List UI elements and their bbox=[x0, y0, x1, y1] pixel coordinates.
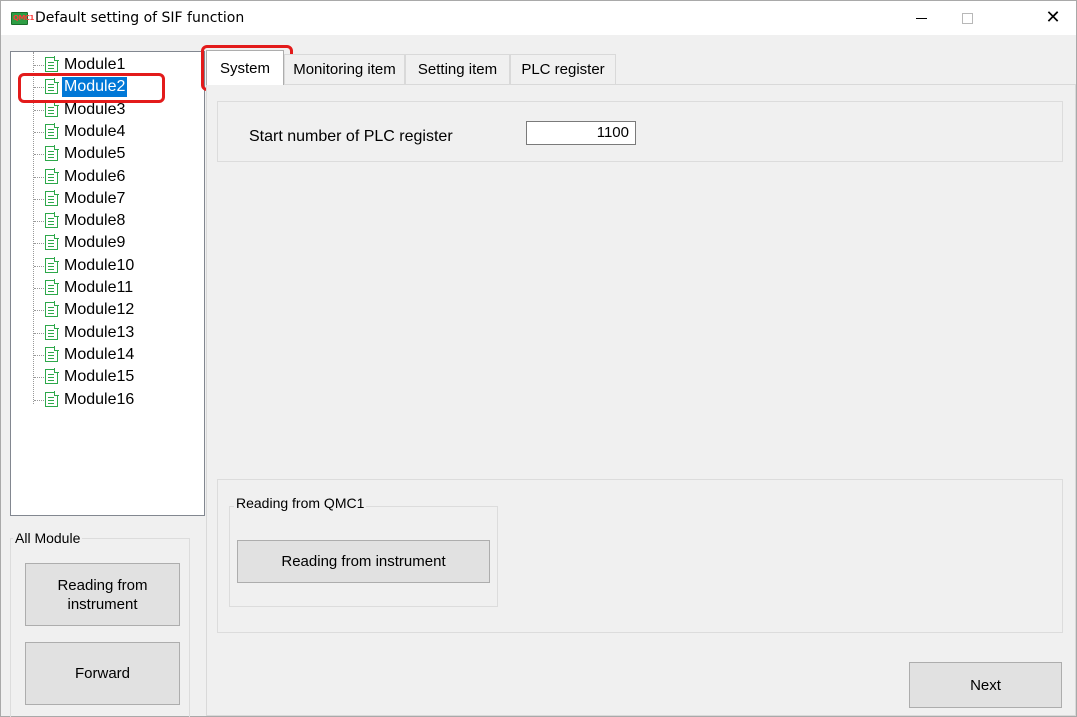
tree-item-label: Module13 bbox=[64, 323, 135, 341]
close-button[interactable]: ✕ bbox=[1030, 1, 1076, 35]
tree-item-label: Module9 bbox=[64, 234, 126, 252]
tree-item-module12[interactable]: Module12 bbox=[11, 299, 201, 321]
start-register-input[interactable]: 1100 bbox=[526, 121, 636, 145]
tree-item-module7[interactable]: Module7 bbox=[11, 188, 201, 210]
tree-item-label: Module12 bbox=[64, 301, 135, 319]
tree-item-module13[interactable]: Module13 bbox=[11, 322, 201, 344]
document-icon bbox=[45, 167, 59, 184]
tree-item-label: Module6 bbox=[64, 167, 126, 185]
document-icon bbox=[45, 122, 59, 139]
document-icon bbox=[45, 212, 59, 229]
tree-item-label: Module2 bbox=[62, 77, 128, 98]
tree-item-module16[interactable]: Module16 bbox=[11, 389, 201, 411]
tree-item-module4[interactable]: Module4 bbox=[11, 121, 201, 143]
tree-item-label: Module8 bbox=[64, 212, 126, 230]
tree-item-label: Module14 bbox=[64, 345, 135, 363]
document-icon bbox=[45, 189, 59, 206]
close-icon: ✕ bbox=[1045, 7, 1061, 28]
tree-item-label: Module15 bbox=[64, 368, 135, 386]
tree-item-label: Module3 bbox=[64, 100, 126, 118]
all-module-legend: All Module bbox=[13, 530, 83, 546]
document-icon bbox=[45, 345, 59, 362]
document-icon bbox=[45, 390, 59, 407]
minimize-icon bbox=[915, 17, 927, 19]
tree-item-module8[interactable]: Module8 bbox=[11, 210, 201, 232]
tab-monitoring-item[interactable]: Monitoring item bbox=[284, 54, 405, 84]
maximize-icon bbox=[961, 12, 973, 24]
tree-item-label: Module1 bbox=[64, 56, 126, 73]
forward-button[interactable]: Forward bbox=[25, 642, 180, 705]
minimize-button[interactable] bbox=[898, 1, 944, 35]
document-icon bbox=[45, 256, 59, 273]
tree-item-label: Module10 bbox=[64, 256, 135, 274]
document-icon bbox=[45, 78, 59, 95]
dialog-window: QMC1 Default setting of SIF function ✕ M… bbox=[0, 0, 1077, 717]
tree-item-module2[interactable]: Module2 bbox=[11, 76, 201, 98]
tab-system[interactable]: System bbox=[206, 50, 284, 85]
tree-item-label: Module5 bbox=[64, 145, 126, 163]
window-title: Default setting of SIF function bbox=[35, 10, 245, 26]
app-icon: QMC1 bbox=[11, 12, 34, 25]
module-tree[interactable]: Module1 Module2 Module3 Module4 Module5 Modul… bbox=[10, 51, 205, 516]
tab-plc-register[interactable]: PLC register bbox=[510, 54, 616, 84]
next-button[interactable]: Next bbox=[909, 662, 1062, 708]
document-icon bbox=[45, 145, 59, 162]
tree-item-label: Module16 bbox=[64, 390, 135, 408]
document-icon bbox=[45, 234, 59, 251]
tree-item-module9[interactable]: Module9 bbox=[11, 232, 201, 254]
start-register-label: Start number of PLC register bbox=[249, 128, 453, 145]
tree-item-module11[interactable]: Module11 bbox=[11, 277, 201, 299]
maximize-button[interactable] bbox=[944, 1, 990, 35]
tree-item-label: Module11 bbox=[64, 279, 134, 296]
tree-item-label: Module4 bbox=[64, 122, 126, 140]
tree-item-module5[interactable]: Module5 bbox=[11, 143, 201, 165]
document-icon bbox=[45, 323, 59, 340]
tree-item-module3[interactable]: Module3 bbox=[11, 99, 201, 121]
reading-qmc1-legend: Reading from QMC1 bbox=[234, 495, 367, 511]
document-icon bbox=[45, 368, 59, 385]
tree-item-module14[interactable]: Module14 bbox=[11, 344, 201, 366]
tree-item-label: Module7 bbox=[64, 189, 126, 207]
tab-setting-item[interactable]: Setting item bbox=[405, 54, 510, 84]
reading-from-instrument-button[interactable]: Reading from instrument bbox=[237, 540, 490, 583]
title-bar: QMC1 Default setting of SIF function ✕ bbox=[1, 1, 1076, 35]
document-icon bbox=[45, 100, 59, 117]
tree-item-module15[interactable]: Module15 bbox=[11, 366, 201, 388]
document-icon bbox=[45, 279, 59, 295]
tree-item-module6[interactable]: Module6 bbox=[11, 166, 201, 188]
all-reading-button[interactable]: Reading from instrument bbox=[25, 563, 180, 626]
document-icon bbox=[45, 301, 59, 318]
tree-item-module10[interactable]: Module10 bbox=[11, 255, 201, 277]
tree-item-module1[interactable]: Module1 bbox=[11, 54, 201, 76]
document-icon bbox=[45, 56, 59, 72]
